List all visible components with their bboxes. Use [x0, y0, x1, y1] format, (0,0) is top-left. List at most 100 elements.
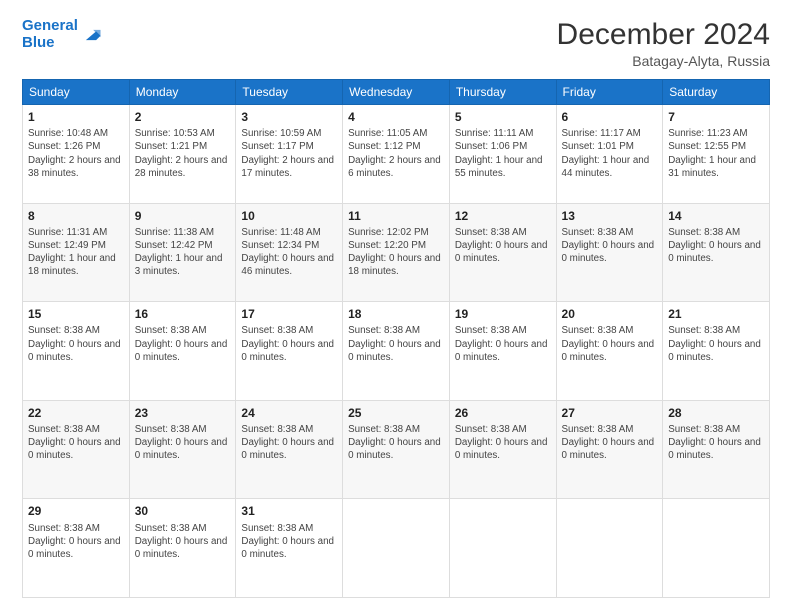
table-row: 21Sunset: 8:38 AM Daylight: 0 hours and … [663, 302, 770, 401]
table-row: 8Sunrise: 11:31 AM Sunset: 12:49 PM Dayl… [23, 203, 130, 302]
day-info: Sunset: 8:38 AM Daylight: 0 hours and 0 … [455, 226, 551, 266]
col-thursday: Thursday [449, 80, 556, 105]
table-row: 25 Sunset: 8:38 AM Daylight: 0 hours and … [343, 400, 450, 499]
day-number: 29 [28, 503, 124, 519]
logo-icon [80, 24, 102, 46]
day-info: Sunrise: 11:05 AM Sunset: 1:12 PM Daylig… [348, 127, 444, 180]
day-number: 4 [348, 109, 444, 125]
table-row: 4 Sunrise: 11:05 AM Sunset: 1:12 PM Dayli… [343, 105, 450, 204]
day-info: Sunset: 8:38 AM Daylight: 0 hours and 0 … [135, 423, 231, 463]
day-number: 20 [562, 306, 658, 322]
table-row: 9 Sunrise: 11:38 AM Sunset: 12:42 PM Dayl… [129, 203, 236, 302]
table-row: 20 Sunset: 8:38 AM Daylight: 0 hours and … [556, 302, 663, 401]
day-info: Sunrise: 11:48 AM Sunset: 12:34 PM Dayli… [241, 226, 337, 279]
table-row: 3 Sunrise: 10:59 AM Sunset: 1:17 PM Dayli… [236, 105, 343, 204]
day-number: 14 [668, 208, 764, 224]
day-info: Sunrise: 10:59 AM Sunset: 1:17 PM Daylig… [241, 127, 337, 180]
table-row: 28 Sunset: 8:38 AM Daylight: 0 hours and … [663, 400, 770, 499]
day-number: 16 [135, 306, 231, 322]
calendar-week-1: 1 Sunrise: 10:48 AM Sunset: 1:26 PM Dayli… [23, 105, 770, 204]
table-row: 24 Sunset: 8:38 AM Daylight: 0 hours and … [236, 400, 343, 499]
day-number: 12 [455, 208, 551, 224]
day-info: Sunrise: 11:23 AM Sunset: 12:55 PM Dayli… [668, 127, 764, 180]
day-number: 31 [241, 503, 337, 519]
table-row: 11Sunrise: 12:02 PM Sunset: 12:20 PM Day… [343, 203, 450, 302]
table-row [556, 499, 663, 598]
day-info: Sunset: 8:38 AM Daylight: 0 hours and 0 … [562, 324, 658, 364]
day-number: 30 [135, 503, 231, 519]
table-row: 22Sunset: 8:38 AM Daylight: 0 hours and … [23, 400, 130, 499]
day-number: 17 [241, 306, 337, 322]
table-row: 10 Sunrise: 11:48 AM Sunset: 12:34 PM Day… [236, 203, 343, 302]
day-info: Sunset: 8:38 AM Daylight: 0 hours and 0 … [28, 522, 124, 562]
day-number: 18 [348, 306, 444, 322]
table-row: 2Sunrise: 10:53 AM Sunset: 1:21 PM Dayli… [129, 105, 236, 204]
day-number: 7 [668, 109, 764, 125]
col-tuesday: Tuesday [236, 80, 343, 105]
table-row: 13Sunset: 8:38 AM Daylight: 0 hours and … [556, 203, 663, 302]
day-number: 1 [28, 109, 124, 125]
day-info: Sunrise: 10:48 AM Sunset: 1:26 PM Daylig… [28, 127, 124, 180]
table-row: 23Sunset: 8:38 AM Daylight: 0 hours and … [129, 400, 236, 499]
day-number: 5 [455, 109, 551, 125]
day-info: Sunset: 8:38 AM Daylight: 0 hours and 0 … [348, 423, 444, 463]
col-wednesday: Wednesday [343, 80, 450, 105]
day-number: 24 [241, 405, 337, 421]
calendar-title: December 2024 [557, 18, 770, 51]
table-row: 31 Sunset: 8:38 AM Daylight: 0 hours and … [236, 499, 343, 598]
page: General Blue December 2024 Batagay-Alyta… [0, 0, 792, 612]
table-row: 17 Sunset: 8:38 AM Daylight: 0 hours and … [236, 302, 343, 401]
day-number: 19 [455, 306, 551, 322]
day-number: 25 [348, 405, 444, 421]
day-number: 8 [28, 208, 124, 224]
day-number: 27 [562, 405, 658, 421]
day-info: Sunrise: 11:11 AM Sunset: 1:06 PM Daylig… [455, 127, 551, 180]
day-number: 10 [241, 208, 337, 224]
day-info: Sunset: 8:38 AM Daylight: 0 hours and 0 … [348, 324, 444, 364]
day-info: Sunrise: 11:17 AM Sunset: 1:01 PM Daylig… [562, 127, 658, 180]
day-number: 11 [348, 208, 444, 224]
table-row: 27 Sunset: 8:38 AM Daylight: 0 hours and … [556, 400, 663, 499]
day-number: 9 [135, 208, 231, 224]
day-info: Sunset: 8:38 AM Daylight: 0 hours and 0 … [241, 324, 337, 364]
day-info: Sunset: 8:38 AM Daylight: 0 hours and 0 … [241, 522, 337, 562]
day-info: Sunset: 8:38 AM Daylight: 0 hours and 0 … [28, 423, 124, 463]
day-info: Sunset: 8:38 AM Daylight: 0 hours and 0 … [668, 324, 764, 364]
table-row: 12 Sunset: 8:38 AM Daylight: 0 hours and … [449, 203, 556, 302]
calendar-week-5: 29 Sunset: 8:38 AM Daylight: 0 hours and … [23, 499, 770, 598]
logo: General Blue [22, 18, 102, 51]
day-info: Sunset: 8:38 AM Daylight: 0 hours and 0 … [241, 423, 337, 463]
table-row: 26 Sunset: 8:38 AM Daylight: 0 hours and … [449, 400, 556, 499]
calendar-week-3: 15 Sunset: 8:38 AM Daylight: 0 hours and … [23, 302, 770, 401]
table-row [449, 499, 556, 598]
table-row: 19 Sunset: 8:38 AM Daylight: 0 hours and … [449, 302, 556, 401]
table-row: 15 Sunset: 8:38 AM Daylight: 0 hours and … [23, 302, 130, 401]
day-info: Sunset: 8:38 AM Daylight: 0 hours and 0 … [135, 324, 231, 364]
day-number: 15 [28, 306, 124, 322]
table-row: 18 Sunset: 8:38 AM Daylight: 0 hours and … [343, 302, 450, 401]
day-number: 13 [562, 208, 658, 224]
table-row: 5 Sunrise: 11:11 AM Sunset: 1:06 PM Dayli… [449, 105, 556, 204]
col-saturday: Saturday [663, 80, 770, 105]
day-info: Sunset: 8:38 AM Daylight: 0 hours and 0 … [562, 423, 658, 463]
day-info: Sunset: 8:38 AM Daylight: 0 hours and 0 … [455, 423, 551, 463]
table-row: 7 Sunrise: 11:23 AM Sunset: 12:55 PM Dayl… [663, 105, 770, 204]
day-info: Sunset: 8:38 AM Daylight: 0 hours and 0 … [28, 324, 124, 364]
calendar-table: Sunday Monday Tuesday Wednesday Thursday… [22, 79, 770, 598]
calendar-week-4: 22Sunset: 8:38 AM Daylight: 0 hours and … [23, 400, 770, 499]
day-info: Sunset: 8:38 AM Daylight: 0 hours and 0 … [455, 324, 551, 364]
day-info: Sunset: 8:38 AM Daylight: 0 hours and 0 … [668, 423, 764, 463]
day-number: 26 [455, 405, 551, 421]
table-row [663, 499, 770, 598]
calendar-header-row: Sunday Monday Tuesday Wednesday Thursday… [23, 80, 770, 105]
table-row [343, 499, 450, 598]
day-number: 3 [241, 109, 337, 125]
col-sunday: Sunday [23, 80, 130, 105]
table-row: 6Sunrise: 11:17 AM Sunset: 1:01 PM Dayli… [556, 105, 663, 204]
table-row: 16 Sunset: 8:38 AM Daylight: 0 hours and … [129, 302, 236, 401]
title-block: December 2024 Batagay-Alyta, Russia [557, 18, 770, 69]
day-number: 28 [668, 405, 764, 421]
day-info: Sunrise: 11:38 AM Sunset: 12:42 PM Dayli… [135, 226, 231, 279]
col-monday: Monday [129, 80, 236, 105]
calendar-subtitle: Batagay-Alyta, Russia [557, 53, 770, 69]
